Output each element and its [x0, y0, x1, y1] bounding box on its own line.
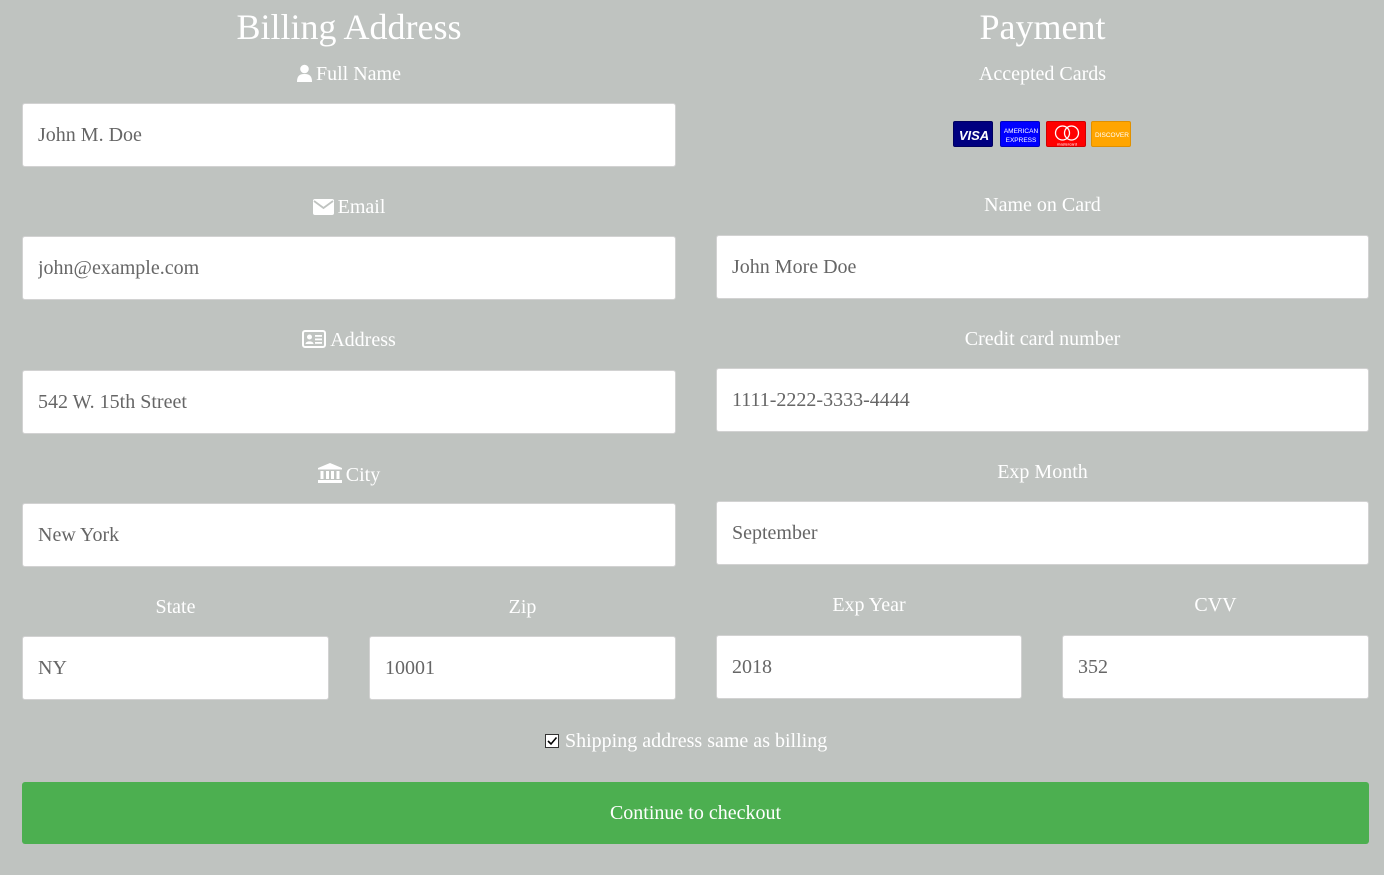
- name-on-card-label: Name on Card: [984, 194, 1101, 216]
- city-label-text: City: [345, 464, 381, 486]
- svg-text:DISCOVER: DISCOVER: [1095, 132, 1129, 139]
- svg-text:EXPRESS: EXPRESS: [1006, 137, 1037, 144]
- city-input[interactable]: [22, 503, 676, 567]
- shipping-same-checkbox[interactable]: [545, 734, 559, 748]
- cvv-input[interactable]: [1062, 635, 1369, 699]
- state-input[interactable]: [22, 636, 329, 700]
- name-on-card-input[interactable]: [716, 235, 1369, 299]
- continue-to-checkout-button[interactable]: Continue to checkout: [22, 782, 1369, 844]
- discover-card-icon: DISCOVER: [1091, 121, 1131, 147]
- svg-text:mastercard: mastercard: [1057, 142, 1077, 147]
- exp-month-label: Exp Month: [997, 461, 1088, 483]
- payment-title: Payment: [979, 7, 1106, 47]
- zip-label: Zip: [508, 596, 537, 618]
- full-name-label: Full Name: [22, 64, 676, 86]
- card-number-input[interactable]: [716, 368, 1369, 432]
- full-name-input[interactable]: [22, 103, 676, 167]
- email-input[interactable]: [22, 236, 676, 300]
- visa-card-icon: VISA: [953, 121, 993, 147]
- checkmark-icon: [547, 736, 558, 746]
- svg-text:VISA: VISA: [959, 128, 989, 143]
- exp-year-input[interactable]: [716, 635, 1022, 699]
- shipping-same-label: Shipping address same as billing: [565, 729, 828, 752]
- city-label: City: [22, 463, 676, 487]
- card-number-label: Credit card number: [964, 328, 1121, 350]
- zip-input[interactable]: [369, 636, 676, 700]
- shipping-same-row[interactable]: Shipping address same as billing: [545, 729, 827, 753]
- envelope-icon: [312, 199, 334, 219]
- institution-icon: [317, 463, 342, 487]
- amex-card-icon: AMERICAN EXPRESS: [1000, 121, 1040, 147]
- email-label-text: Email: [337, 196, 386, 218]
- svg-text:AMERICAN: AMERICAN: [1004, 128, 1039, 135]
- address-label-text: Address: [330, 329, 396, 351]
- accepted-cards-label: Accepted Cards: [978, 63, 1107, 85]
- cvv-label: CVV: [1194, 594, 1237, 616]
- user-icon: [297, 64, 312, 86]
- address-card-icon: [302, 330, 327, 352]
- email-label: Email: [22, 197, 676, 219]
- checkout-form: Billing Address Full Name Email Address …: [0, 0, 1384, 875]
- exp-year-label: Exp Year: [832, 594, 906, 616]
- accepted-cards: VISA AMERICAN EXPRESS mastercard DISCOVER: [953, 121, 1133, 149]
- state-label: State: [155, 596, 196, 618]
- mastercard-card-icon: mastercard: [1046, 121, 1086, 147]
- exp-month-input[interactable]: [716, 501, 1369, 565]
- address-label: Address: [22, 330, 676, 352]
- address-input[interactable]: [22, 370, 676, 434]
- billing-title: Billing Address: [236, 7, 462, 47]
- full-name-label-text: Full Name: [316, 63, 401, 85]
